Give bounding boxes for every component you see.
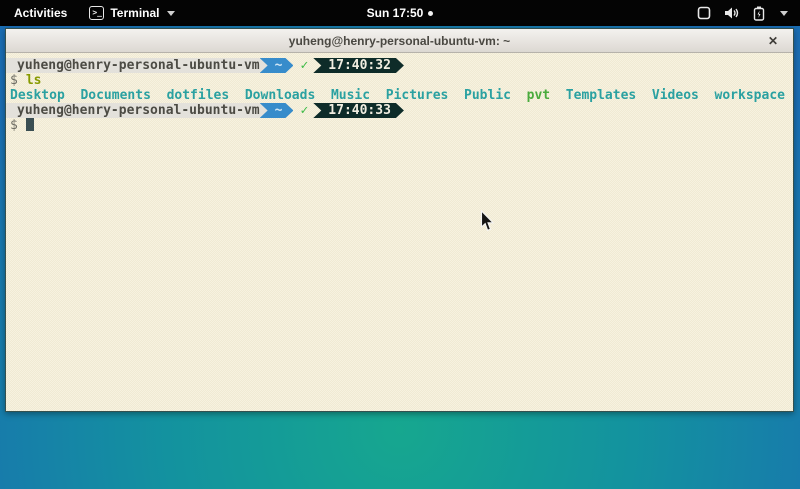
activities-button[interactable]: Activities xyxy=(10,4,71,22)
prompt-line-2: yuheng@henry-personal-ubuntu-vm ~ ✓ 17:4… xyxy=(6,103,793,118)
window-titlebar[interactable]: yuheng@henry-personal-ubuntu-vm: ~ ✕ xyxy=(6,29,793,53)
clock[interactable]: Sun 17:50 xyxy=(367,6,424,20)
terminal-content[interactable]: yuheng@henry-personal-ubuntu-vm ~ ✓ 17:4… xyxy=(6,53,793,411)
prompt-time-badge: 17:40:33 xyxy=(313,103,404,118)
battery-charging-icon xyxy=(753,6,765,21)
ls-entry: Templates xyxy=(566,88,636,103)
chevron-down-icon xyxy=(780,11,788,16)
terminal-window: yuheng@henry-personal-ubuntu-vm: ~ ✕ yuh… xyxy=(5,28,794,412)
ls-entry: Public xyxy=(464,88,511,103)
ls-entry: Desktop xyxy=(10,88,65,103)
prompt-symbol: $ xyxy=(10,118,18,133)
window-title: yuheng@henry-personal-ubuntu-vm: ~ xyxy=(289,34,510,48)
check-icon: ✓ xyxy=(300,103,308,118)
ls-entry: Music xyxy=(331,88,370,103)
typed-command: ls xyxy=(26,73,42,88)
prompt-user-host: yuheng@henry-personal-ubuntu-vm xyxy=(6,103,268,118)
app-menu-label: Terminal xyxy=(110,6,159,20)
prompt-time-badge: 17:40:32 xyxy=(313,58,404,73)
close-button[interactable]: ✕ xyxy=(763,29,783,53)
screen-icon xyxy=(697,6,711,20)
current-input-line: $ xyxy=(6,118,793,133)
gnome-top-bar: Activities >_ Terminal Sun 17:50 xyxy=(0,0,800,26)
ls-entry: Pictures xyxy=(386,88,449,103)
ls-entry: Downloads xyxy=(245,88,315,103)
ls-entry: Videos xyxy=(652,88,699,103)
volume-icon xyxy=(724,6,740,20)
prompt-user-host: yuheng@henry-personal-ubuntu-vm xyxy=(6,58,268,73)
ls-entry: workspace xyxy=(715,88,785,103)
prompt-line-1: yuheng@henry-personal-ubuntu-vm ~ ✓ 17:4… xyxy=(6,58,793,73)
terminal-app-icon: >_ xyxy=(89,6,104,20)
notification-dot xyxy=(428,11,433,16)
command-line: $ ls xyxy=(6,73,793,88)
check-icon: ✓ xyxy=(300,58,308,73)
ls-entry: pvt xyxy=(527,88,550,103)
prompt-symbol: $ xyxy=(10,73,18,88)
ls-output: Desktop Documents dotfiles Downloads Mus… xyxy=(6,88,793,103)
terminal-block-cursor xyxy=(26,118,34,131)
system-status-area[interactable] xyxy=(697,6,800,21)
ls-entry: Documents xyxy=(80,88,150,103)
app-menu-terminal[interactable]: >_ Terminal xyxy=(89,6,175,20)
chevron-down-icon xyxy=(167,11,175,16)
close-icon: ✕ xyxy=(768,34,778,48)
ls-entry: dotfiles xyxy=(167,88,230,103)
